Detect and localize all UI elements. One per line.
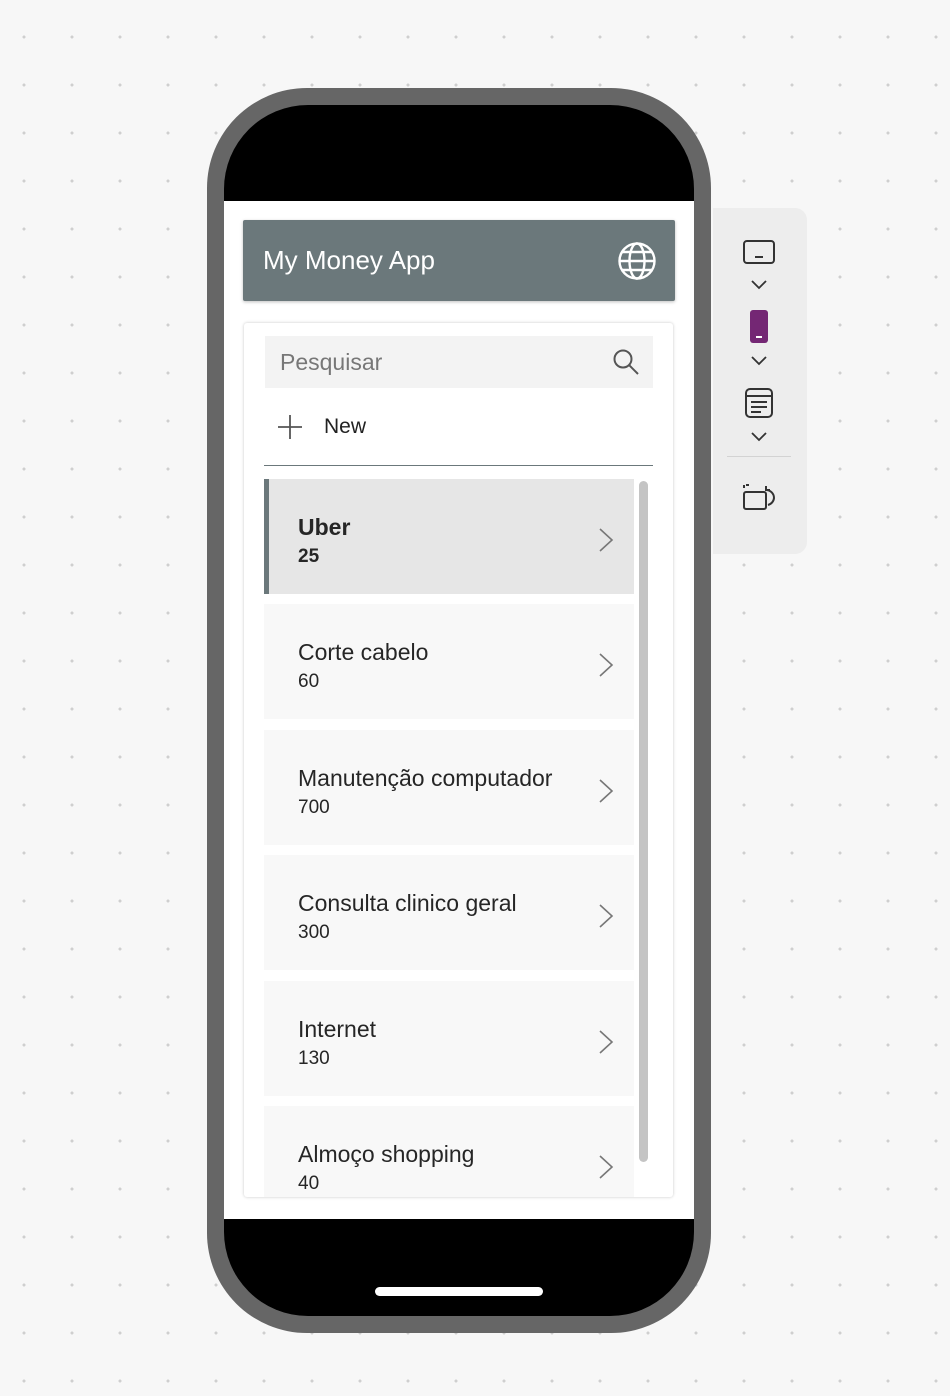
item-title: Almoço shopping (298, 1141, 475, 1167)
list-item[interactable]: Internet 130 (264, 981, 634, 1096)
chevron-right-icon[interactable] (598, 1029, 614, 1055)
chevron-right-icon[interactable] (598, 903, 614, 929)
search-icon[interactable] (612, 348, 640, 376)
item-title: Consulta clinico geral (298, 890, 517, 916)
expense-list: Uber 25 Corte cabelo 60 Manutenção compu… (264, 479, 636, 1197)
chevron-down-icon[interactable] (749, 354, 769, 368)
chevron-right-icon[interactable] (598, 527, 614, 553)
list-item[interactable]: Almoço shopping 40 (264, 1106, 634, 1197)
rotate-device-icon[interactable] (739, 480, 779, 516)
app-screen: My Money App New (224, 201, 694, 1219)
list-item[interactable]: Manutenção computador 700 (264, 730, 634, 845)
new-button[interactable]: New (277, 411, 427, 447)
chevron-down-icon[interactable] (749, 278, 769, 292)
plus-icon (278, 415, 302, 439)
item-value: 700 (298, 797, 330, 818)
chevron-down-icon[interactable] (749, 430, 769, 444)
web-layout-icon[interactable] (739, 386, 779, 422)
device-preview-toolbar (713, 208, 807, 554)
divider (264, 465, 653, 466)
list-item[interactable]: Uber 25 (264, 479, 634, 594)
new-button-label: New (324, 415, 367, 438)
device-screen-bezel: My Money App New (224, 105, 694, 1316)
app-title: My Money App (263, 245, 435, 275)
item-title: Internet (298, 1016, 376, 1042)
chevron-right-icon[interactable] (598, 652, 614, 678)
home-indicator (375, 1287, 543, 1296)
toolbar-divider (727, 456, 791, 457)
list-item[interactable]: Consulta clinico geral 300 (264, 855, 634, 970)
search-box[interactable] (265, 336, 653, 388)
list-item[interactable]: Corte cabelo 60 (264, 604, 634, 719)
chevron-right-icon[interactable] (598, 778, 614, 804)
item-value: 300 (298, 922, 330, 943)
item-title: Manutenção computador (298, 765, 553, 791)
tablet-view-icon[interactable] (739, 236, 779, 272)
search-input[interactable] (265, 336, 610, 388)
item-title: Corte cabelo (298, 639, 429, 665)
phone-view-icon[interactable] (739, 309, 779, 345)
item-value: 60 (298, 671, 320, 692)
scrollbar-thumb[interactable] (639, 481, 648, 1162)
expense-list-card: New Uber 25 Corte cabelo 60 Manutenção c… (244, 323, 673, 1197)
globe-icon[interactable] (617, 241, 657, 281)
app-header: My Money App (243, 220, 675, 301)
list-scrollbar[interactable] (638, 479, 650, 1197)
item-title: Uber (298, 514, 351, 540)
item-value: 40 (298, 1173, 320, 1194)
item-value: 25 (298, 546, 320, 567)
chevron-right-icon[interactable] (598, 1154, 614, 1180)
item-value: 130 (298, 1048, 330, 1069)
